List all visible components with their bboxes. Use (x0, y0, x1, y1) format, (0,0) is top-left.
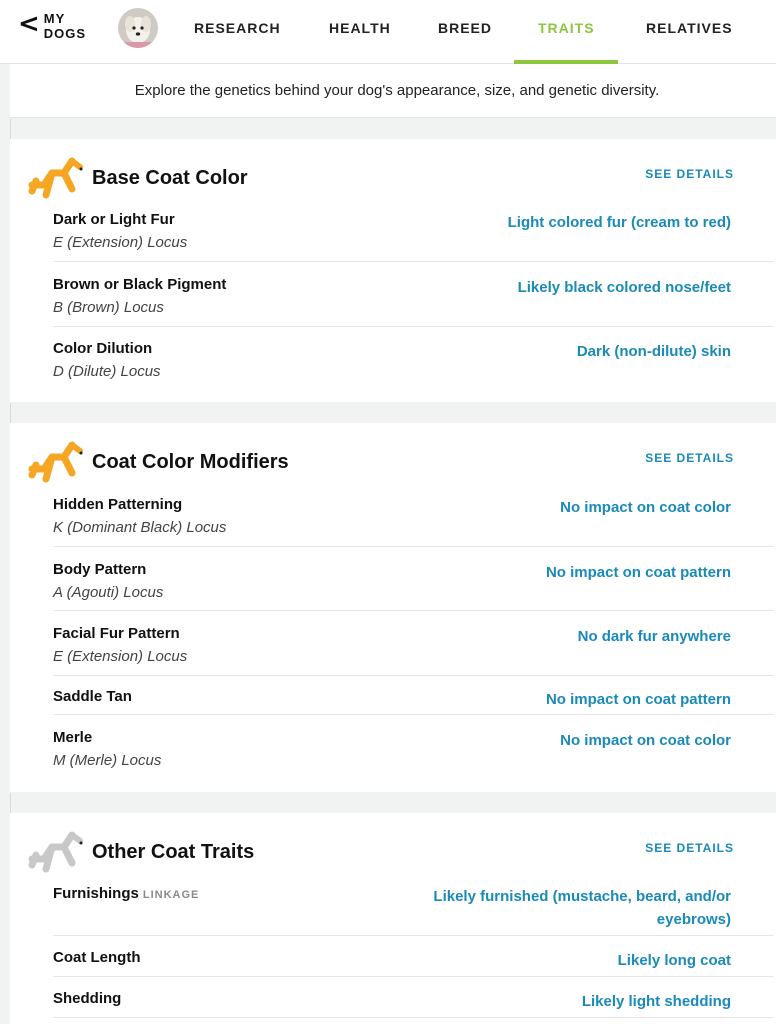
section-title: Coat Color Modifiers (92, 451, 289, 473)
tab-traits[interactable]: TRAITS (538, 20, 595, 36)
divider (10, 793, 11, 813)
trait-row: Shedding Likely light shedding (53, 990, 774, 1018)
orange-dog-icon (28, 437, 84, 485)
trait-name: Coat Length (53, 949, 141, 966)
trait-row: Dark or Light Fur E (Extension) Locus Li… (53, 211, 774, 262)
trait-locus: A (Agouti) Locus (53, 584, 164, 601)
trait-value-link[interactable]: Light colored fur (cream to red) (508, 211, 731, 234)
trait-value-link[interactable]: Likely furnished (mustache, beard, and/o… (433, 885, 731, 931)
trait-value-link[interactable]: No impact on coat color (560, 496, 731, 519)
trait-name: Hidden Patterning (53, 496, 183, 513)
trait-row: Body Pattern A (Agouti) Locus No impact … (53, 561, 774, 611)
section-title: Base Coat Color (92, 167, 248, 189)
trait-row: Saddle Tan No impact on coat pattern (53, 688, 774, 715)
trait-name: Body Pattern (53, 561, 147, 578)
back-to-my-dogs[interactable]: < MY DOGS (18, 11, 86, 41)
tab-research[interactable]: RESEARCH (194, 20, 281, 36)
dog-avatar[interactable] (118, 8, 158, 48)
back-label: MY DOGS (43, 11, 87, 41)
orange-dog-icon (28, 153, 84, 201)
tab-breed[interactable]: BREED (438, 20, 492, 36)
trait-name: Dark or Light Fur (53, 211, 175, 228)
trait-value-link[interactable]: Dark (non-dilute) skin (577, 340, 731, 363)
trait-name: Saddle Tan (53, 688, 132, 705)
page-gutter (0, 64, 10, 1024)
divider (10, 119, 11, 139)
trait-value-link[interactable]: No impact on coat pattern (546, 688, 731, 711)
top-nav: < MY DOGS RESEARCH HEALTH BREED TRAITS R… (0, 0, 776, 64)
section-coat-color-modifiers: Coat Color Modifiers SEE DETAILS Hidden … (10, 423, 776, 792)
trait-locus: K (Dominant Black) Locus (53, 519, 227, 536)
trait-locus: E (Extension) Locus (53, 648, 188, 665)
trait-row: Merle M (Merle) Locus No impact on coat … (53, 729, 774, 780)
tab-relatives[interactable]: RELATIVES (646, 20, 733, 36)
trait-locus: M (Merle) Locus (53, 752, 162, 769)
see-details-link[interactable]: SEE DETAILS (645, 167, 734, 181)
trait-row: Brown or Black Pigment B (Brown) Locus L… (53, 276, 774, 327)
trait-name: Color Dilution (53, 340, 153, 357)
trait-value-link[interactable]: Likely light shedding (582, 990, 731, 1013)
trait-row: Color Dilution D (Dilute) Locus Dark (no… (53, 340, 774, 391)
trait-name: Merle (53, 729, 93, 746)
intro-text: Explore the genetics behind your dog's a… (134, 82, 660, 99)
trait-value-link[interactable]: No impact on coat pattern (546, 561, 731, 584)
trait-row: Furnishings LINKAGE Likely furnished (mus… (53, 885, 774, 936)
trait-row: Facial Fur Pattern E (Extension) Locus N… (53, 625, 774, 676)
trait-value-link[interactable]: Likely black colored nose/feet (518, 276, 731, 299)
trait-row: Hidden Patterning K (Dominant Black) Loc… (53, 496, 774, 547)
trait-row: Coat Length Likely long coat (53, 949, 774, 977)
trait-locus: B (Brown) Locus (53, 299, 164, 316)
trait-name: Facial Fur Pattern (53, 625, 180, 642)
trait-value-link[interactable]: No dark fur anywhere (578, 625, 731, 648)
tab-health[interactable]: HEALTH (329, 20, 391, 36)
trait-name: Brown or Black Pigment (53, 276, 227, 293)
section-other-coat-traits: Other Coat Traits SEE DETAILS Furnishing… (10, 813, 776, 1024)
divider (10, 403, 11, 423)
chevron-left-icon: < (18, 9, 40, 39)
see-details-link[interactable]: SEE DETAILS (645, 841, 734, 855)
trait-name: Furnishings LINKAGE (53, 885, 200, 902)
trait-name: Shedding (53, 990, 122, 1007)
linkage-tag: LINKAGE (142, 889, 200, 901)
section-base-coat-color: Base Coat Color SEE DETAILS Dark or Ligh… (10, 139, 776, 402)
intro-banner: Explore the genetics behind your dog's a… (10, 64, 776, 118)
trait-locus: D (Dilute) Locus (53, 363, 161, 380)
grey-dog-icon (28, 827, 84, 875)
trait-value-link[interactable]: Likely long coat (618, 949, 731, 972)
trait-locus: E (Extension) Locus (53, 234, 188, 251)
trait-value-link[interactable]: No impact on coat color (560, 729, 731, 752)
see-details-link[interactable]: SEE DETAILS (645, 451, 734, 465)
section-title: Other Coat Traits (92, 841, 255, 863)
